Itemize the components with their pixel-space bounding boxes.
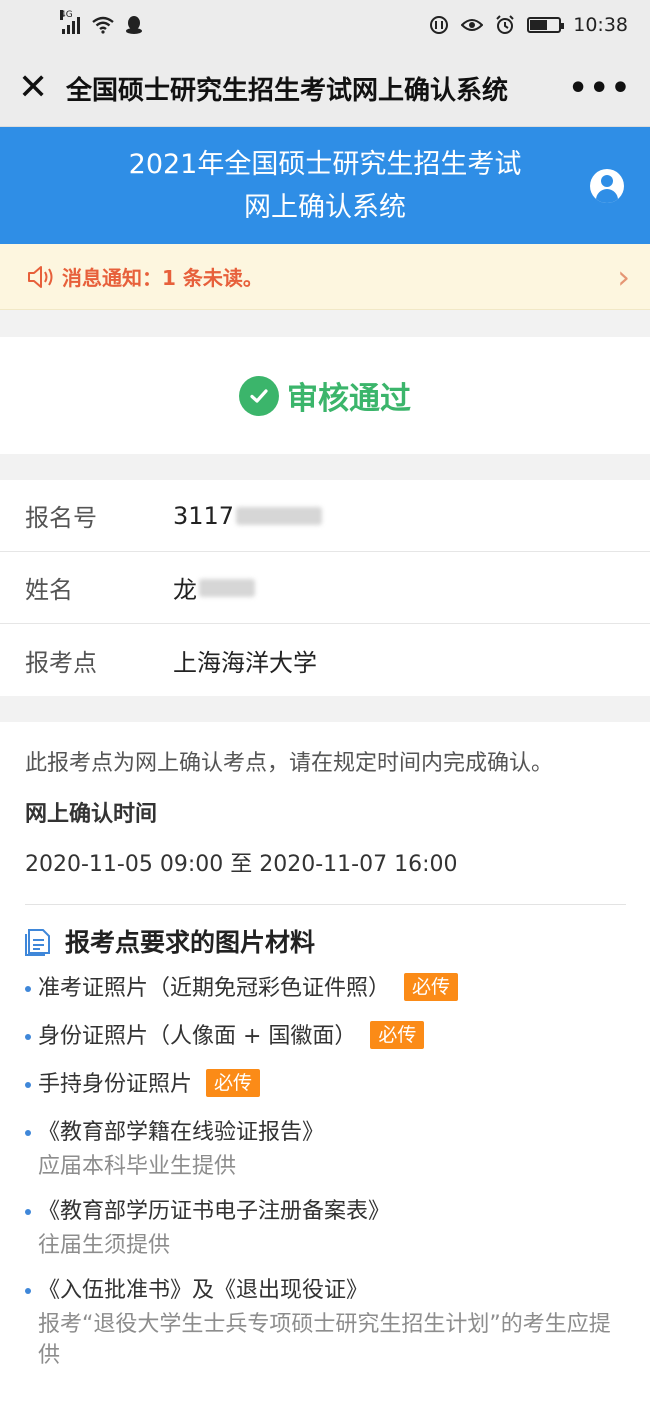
material-item: 《入伍批准书》及《退出现役证》 报考“退役大学生士兵专项硕士研究生招生计划”的考… bbox=[25, 1272, 626, 1371]
document-icon bbox=[25, 929, 50, 956]
exam-site-value: 上海海洋大学 bbox=[173, 648, 317, 677]
material-item-note: 报考“退役大学生士兵专项硕士研究生招生计划”的考生应提供 bbox=[38, 1312, 611, 1368]
material-item: 《教育部学历证书电子注册备案表》 往届生须提供 bbox=[25, 1193, 626, 1261]
required-badge: 必传 bbox=[206, 1069, 261, 1097]
name-value: 龙 bbox=[173, 576, 197, 604]
data-saver-icon bbox=[430, 16, 449, 34]
status-left-icons: 4G bbox=[60, 10, 142, 35]
review-status-text: 审核通过 bbox=[287, 381, 411, 417]
user-icon[interactable] bbox=[590, 169, 624, 203]
material-item-text: 《教育部学历证书电子注册备案表》 bbox=[38, 1199, 391, 1224]
materials-title-text: 报考点要求的图片材料 bbox=[65, 928, 316, 957]
battery-icon bbox=[527, 17, 565, 33]
notice-text: 消息通知：1 条未读。 bbox=[62, 266, 263, 290]
registration-number-value: 3117 bbox=[173, 501, 235, 530]
section-gap bbox=[0, 696, 650, 722]
info-value: 龙 bbox=[173, 570, 255, 605]
confirmation-description: 此报考点为网上确认考点，请在规定时间内完成确认。 bbox=[25, 751, 554, 776]
qq-penguin-icon bbox=[126, 16, 142, 34]
info-label: 姓名 bbox=[25, 576, 73, 604]
check-circle-icon bbox=[239, 375, 279, 416]
info-row-exam-site: 报考点 上海海洋大学 bbox=[0, 624, 650, 696]
divider bbox=[25, 904, 626, 905]
redacted-mask bbox=[199, 578, 255, 597]
system-status-bar: 4G 10:38 bbox=[0, 0, 650, 50]
alarm-icon bbox=[496, 15, 514, 34]
required-badge: 必传 bbox=[404, 973, 459, 1001]
eye-comfort-icon bbox=[461, 19, 484, 31]
page-title: 全国硕士研究生招生考试网上确认系统 bbox=[66, 75, 509, 106]
section-gap bbox=[0, 454, 650, 480]
banner-title-line1: 2021年全国硕士研究生招生考试 bbox=[128, 148, 522, 180]
material-item-text: 身份证照片（人像面 + 国徽面） bbox=[38, 1024, 357, 1049]
section-gap bbox=[0, 310, 650, 337]
banner-title-line2: 网上确认系统 bbox=[244, 191, 406, 223]
material-item-text: 《教育部学籍在线验证报告》 bbox=[38, 1120, 325, 1145]
material-item: 身份证照片（人像面 + 国徽面） 必传 bbox=[25, 1018, 626, 1055]
cellular-signal-icon: 4G bbox=[60, 10, 80, 34]
material-item-text: 《入伍批准书》及《退出现役证》 bbox=[38, 1278, 369, 1303]
materials-section-title: 报考点要求的图片材料 bbox=[25, 923, 626, 959]
network-type-label: 4G bbox=[60, 10, 73, 20]
wifi-icon bbox=[92, 16, 114, 34]
review-status-panel: 审核通过 bbox=[0, 337, 650, 454]
confirmation-time-range: 2020-11-05 09:00 至 2020-11-07 16:00 bbox=[25, 852, 458, 877]
info-row-name: 姓名 龙 bbox=[0, 552, 650, 624]
close-icon[interactable]: ✕ bbox=[18, 70, 58, 106]
registration-info: 报名号 3117 姓名 龙 报考点 上海海洋大学 bbox=[0, 480, 650, 696]
material-item: 《教育部学籍在线验证报告》 应届本科毕业生提供 bbox=[25, 1114, 626, 1182]
confirmation-time-heading: 网上确认时间 bbox=[25, 802, 158, 827]
confirmation-details: 此报考点为网上确认考点，请在规定时间内完成确认。 网上确认时间 2020-11-… bbox=[0, 722, 650, 1371]
info-label: 报考点 bbox=[25, 648, 97, 677]
chevron-right-icon: › bbox=[617, 257, 630, 296]
redacted-mask bbox=[236, 506, 323, 525]
material-item: 准考证照片（近期免冠彩色证件照） 必传 bbox=[25, 970, 626, 1007]
info-label: 报名号 bbox=[25, 504, 97, 532]
message-notice-bar[interactable]: 消息通知：1 条未读。 › bbox=[0, 244, 650, 310]
material-item-text: 准考证照片（近期免冠彩色证件照） bbox=[38, 976, 391, 1001]
material-item-text: 手持身份证照片 bbox=[38, 1072, 193, 1097]
material-item: 手持身份证照片 必传 bbox=[25, 1066, 626, 1103]
info-value: 3117 bbox=[173, 501, 323, 530]
navigation-bar: ✕ 全国硕士研究生招生考试网上确认系统 ••• bbox=[0, 50, 650, 127]
more-icon[interactable]: ••• bbox=[568, 71, 632, 106]
header-banner: 2021年全国硕士研究生招生考试 网上确认系统 bbox=[0, 127, 650, 244]
clock-time: 10:38 bbox=[573, 14, 628, 36]
info-row-registration-number: 报名号 3117 bbox=[0, 480, 650, 552]
material-item-note: 往届生须提供 bbox=[38, 1233, 171, 1258]
required-badge: 必传 bbox=[370, 1021, 425, 1049]
status-right-icons: 10:38 bbox=[429, 14, 628, 36]
speaker-icon bbox=[28, 265, 53, 288]
material-item-note: 应届本科毕业生提供 bbox=[38, 1154, 237, 1179]
